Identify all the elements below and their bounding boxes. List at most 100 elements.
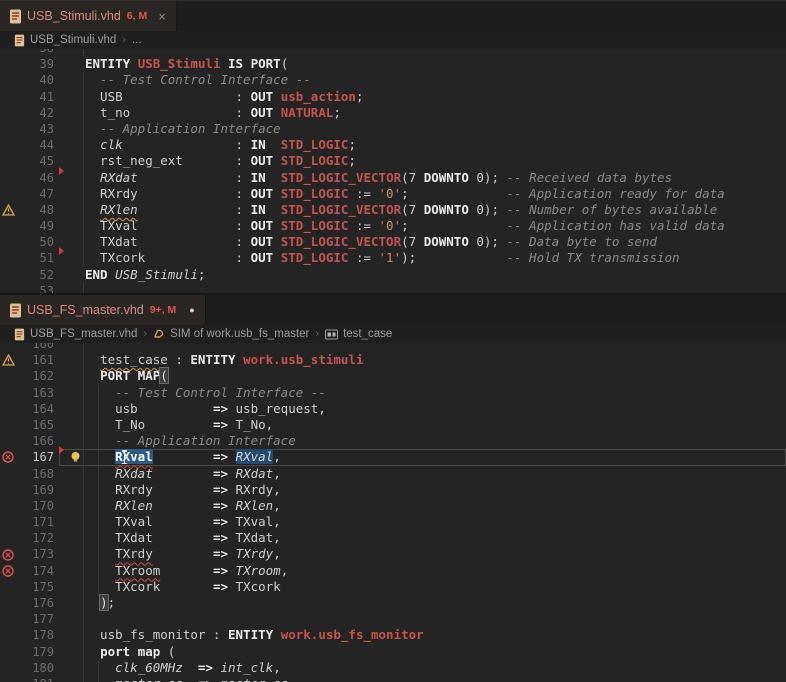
code-line-172[interactable]: 172 TXdat => TXdat, <box>0 530 786 546</box>
code-text[interactable]: TXcork => TXcork <box>85 579 786 595</box>
code-editor-usb-fs-master[interactable]: 160161 test_case : ENTITY work.usb_stimu… <box>0 343 786 682</box>
code-text[interactable]: test_case : ENTITY work.usb_stimuli <box>85 352 786 368</box>
code-text[interactable]: usb_fs_monitor : ENTITY work.usb_fs_moni… <box>85 627 786 643</box>
code-text[interactable]: RXdat : IN STD_LOGIC_VECTOR(7 DOWNTO 0);… <box>85 170 786 186</box>
code-text[interactable]: port map ( <box>85 644 786 660</box>
code-line-169[interactable]: 169 RXrdy => RXrdy, <box>0 482 786 498</box>
code-text[interactable]: -- Application Interface <box>85 121 786 137</box>
code-line-52[interactable]: 52END USB_Stimuli; <box>0 267 786 283</box>
code-text[interactable] <box>85 611 786 627</box>
code-text[interactable] <box>85 49 786 56</box>
code-line-173[interactable]: 173 TXrdy => TXrdy, <box>0 546 786 562</box>
token: ); <box>401 250 506 265</box>
code-text[interactable]: -- Test Control Interface -- <box>85 385 786 401</box>
code-line-165[interactable]: 165 T_No => T_No, <box>0 417 786 433</box>
code-line-164[interactable]: 164 usb => usb_request, <box>0 401 786 417</box>
code-text[interactable]: clk_60MHz => int_clk, <box>85 660 786 676</box>
code-text[interactable] <box>85 343 786 352</box>
code-line-45[interactable]: 45 rst_neg_ext : OUT STD_LOGIC; <box>0 153 786 169</box>
code-text[interactable]: T_No => T_No, <box>85 417 786 433</box>
code-text[interactable]: RXval => RXval, <box>85 449 786 465</box>
code-line-47[interactable]: 47 RXrdy : OUT STD_LOGIC := '0'; -- Appl… <box>0 186 786 202</box>
code-text[interactable]: -- Test Control Interface -- <box>85 72 786 88</box>
code-line-48[interactable]: 48 RXlen : IN STD_LOGIC_VECTOR(7 DOWNTO … <box>0 202 786 218</box>
code-text[interactable]: RXrdy : OUT STD_LOGIC := '0'; -- Applica… <box>85 186 786 202</box>
indent-guide <box>98 676 99 682</box>
code-line-42[interactable]: 42 t_no : OUT NATURAL; <box>0 105 786 121</box>
code-line-40[interactable]: 40 -- Test Control Interface -- <box>0 72 786 88</box>
code-text[interactable]: ENTITY USB_Stimuli IS PORT( <box>85 56 786 72</box>
code-text[interactable]: END USB_Stimuli; <box>85 267 786 283</box>
indent-guide <box>98 482 99 498</box>
token <box>85 368 100 383</box>
code-line-168[interactable]: 168 RXdat => RXdat, <box>0 466 786 482</box>
code-text[interactable]: clk : IN STD_LOGIC; <box>85 137 786 153</box>
lightbulb-icon[interactable] <box>65 449 85 465</box>
code-text[interactable]: RXlen => RXlen, <box>85 498 786 514</box>
code-text[interactable]: RXlen : IN STD_LOGIC_VECTOR(7 DOWNTO 0);… <box>85 202 786 218</box>
code-line-160[interactable]: 160 <box>0 343 786 352</box>
code-line-170[interactable]: 170 RXlen => RXlen, <box>0 498 786 514</box>
code-line-174[interactable]: 174 TXroom => TXroom, <box>0 563 786 579</box>
code-text[interactable]: usb => usb_request, <box>85 401 786 417</box>
code-line-175[interactable]: 175 TXcork => TXcork <box>0 579 786 595</box>
code-line-39[interactable]: 39ENTITY USB_Stimuli IS PORT( <box>0 56 786 72</box>
code-line-53[interactable]: 53 <box>0 283 786 293</box>
code-line-181[interactable]: 181 master_ss => master_ss, <box>0 676 786 682</box>
breadcrumb-ellipsis[interactable]: ... <box>132 34 142 46</box>
code-text[interactable]: TXroom => TXroom, <box>85 563 786 579</box>
breadcrumb-symbol[interactable]: SIM of work.usb_fs_master <box>170 328 309 340</box>
code-line-50[interactable]: 50 TXdat : OUT STD_LOGIC_VECTOR(7 DOWNTO… <box>0 234 786 250</box>
code-line-162[interactable]: 162 PORT MAP( <box>0 368 786 384</box>
code-line-43[interactable]: 43 -- Application Interface <box>0 121 786 137</box>
code-line-179[interactable]: 179 port map ( <box>0 644 786 660</box>
token: '0' <box>379 218 402 233</box>
indent-guide <box>98 546 99 562</box>
breadcrumb-file[interactable]: USB_Stimuli.vhd <box>30 34 116 46</box>
code-line-46[interactable]: 46 RXdat : IN STD_LOGIC_VECTOR(7 DOWNTO … <box>0 170 786 186</box>
code-line-167[interactable]: 167 RXval => RXval, <box>0 449 786 465</box>
code-text[interactable]: USB : OUT usb_action; <box>85 89 786 105</box>
code-text[interactable]: -- Application Interface <box>85 433 786 449</box>
code-line-180[interactable]: 180 clk_60MHz => int_clk, <box>0 660 786 676</box>
code-text[interactable]: TXrdy => TXrdy, <box>85 546 786 562</box>
code-line-166[interactable]: 166 -- Application Interface <box>0 433 786 449</box>
code-text[interactable]: TXval : OUT STD_LOGIC := '0'; -- Applica… <box>85 218 786 234</box>
indent-guide <box>83 352 84 368</box>
code-line-177[interactable]: 177 <box>0 611 786 627</box>
code-line-176[interactable]: 176 ); <box>0 595 786 611</box>
code-text[interactable]: RXrdy => RXrdy, <box>85 482 786 498</box>
close-icon[interactable]: × <box>158 9 166 24</box>
code-text[interactable]: TXcork : OUT STD_LOGIC := '1'); -- Hold … <box>85 250 786 266</box>
tab-usb-stimuli[interactable]: USB_Stimuli.vhd 6, M × <box>0 1 177 31</box>
code-text[interactable]: RXdat => RXdat, <box>85 466 786 482</box>
code-text[interactable]: TXdat : OUT STD_LOGIC_VECTOR(7 DOWNTO 0)… <box>85 234 786 250</box>
tab-usb-fs-master[interactable]: USB_FS_master.vhd 9+, M ● <box>0 295 206 325</box>
breadcrumb-member[interactable]: test_case <box>343 328 392 340</box>
tab-label: USB_Stimuli.vhd <box>27 9 121 23</box>
code-line-49[interactable]: 49 TXval : OUT STD_LOGIC := '0'; -- Appl… <box>0 218 786 234</box>
token: OUT <box>251 153 274 168</box>
breadcrumb-file[interactable]: USB_FS_master.vhd <box>30 328 137 340</box>
code-text[interactable]: rst_neg_ext : OUT STD_LOGIC; <box>85 153 786 169</box>
code-line-51[interactable]: 51 TXcork : OUT STD_LOGIC := '1'); -- Ho… <box>0 250 786 266</box>
code-line-161[interactable]: 161 test_case : ENTITY work.usb_stimuli <box>0 352 786 368</box>
code-text[interactable]: master_ss => master_ss, <box>85 676 786 682</box>
token: TXroom <box>236 563 281 578</box>
dirty-indicator-icon[interactable]: ● <box>189 305 194 315</box>
code-text[interactable]: TXval => TXval, <box>85 514 786 530</box>
code-line-38[interactable]: 38 <box>0 49 786 56</box>
code-text[interactable]: ); <box>85 595 786 611</box>
code-line-163[interactable]: 163 -- Test Control Interface -- <box>0 385 786 401</box>
code-text[interactable]: PORT MAP( <box>85 368 786 384</box>
code-line-41[interactable]: 41 USB : OUT usb_action; <box>0 89 786 105</box>
code-line-44[interactable]: 44 clk : IN STD_LOGIC; <box>0 137 786 153</box>
line-number: 49 <box>16 218 59 234</box>
code-line-178[interactable]: 178 usb_fs_monitor : ENTITY work.usb_fs_… <box>0 627 786 643</box>
code-editor-usb-stimuli[interactable]: 3839ENTITY USB_Stimuli IS PORT(40 -- Tes… <box>0 49 786 293</box>
code-line-171[interactable]: 171 TXval => TXval, <box>0 514 786 530</box>
code-text[interactable] <box>85 283 786 293</box>
code-text[interactable]: TXdat => TXdat, <box>85 530 786 546</box>
token <box>220 56 228 71</box>
code-text[interactable]: t_no : OUT NATURAL; <box>85 105 786 121</box>
